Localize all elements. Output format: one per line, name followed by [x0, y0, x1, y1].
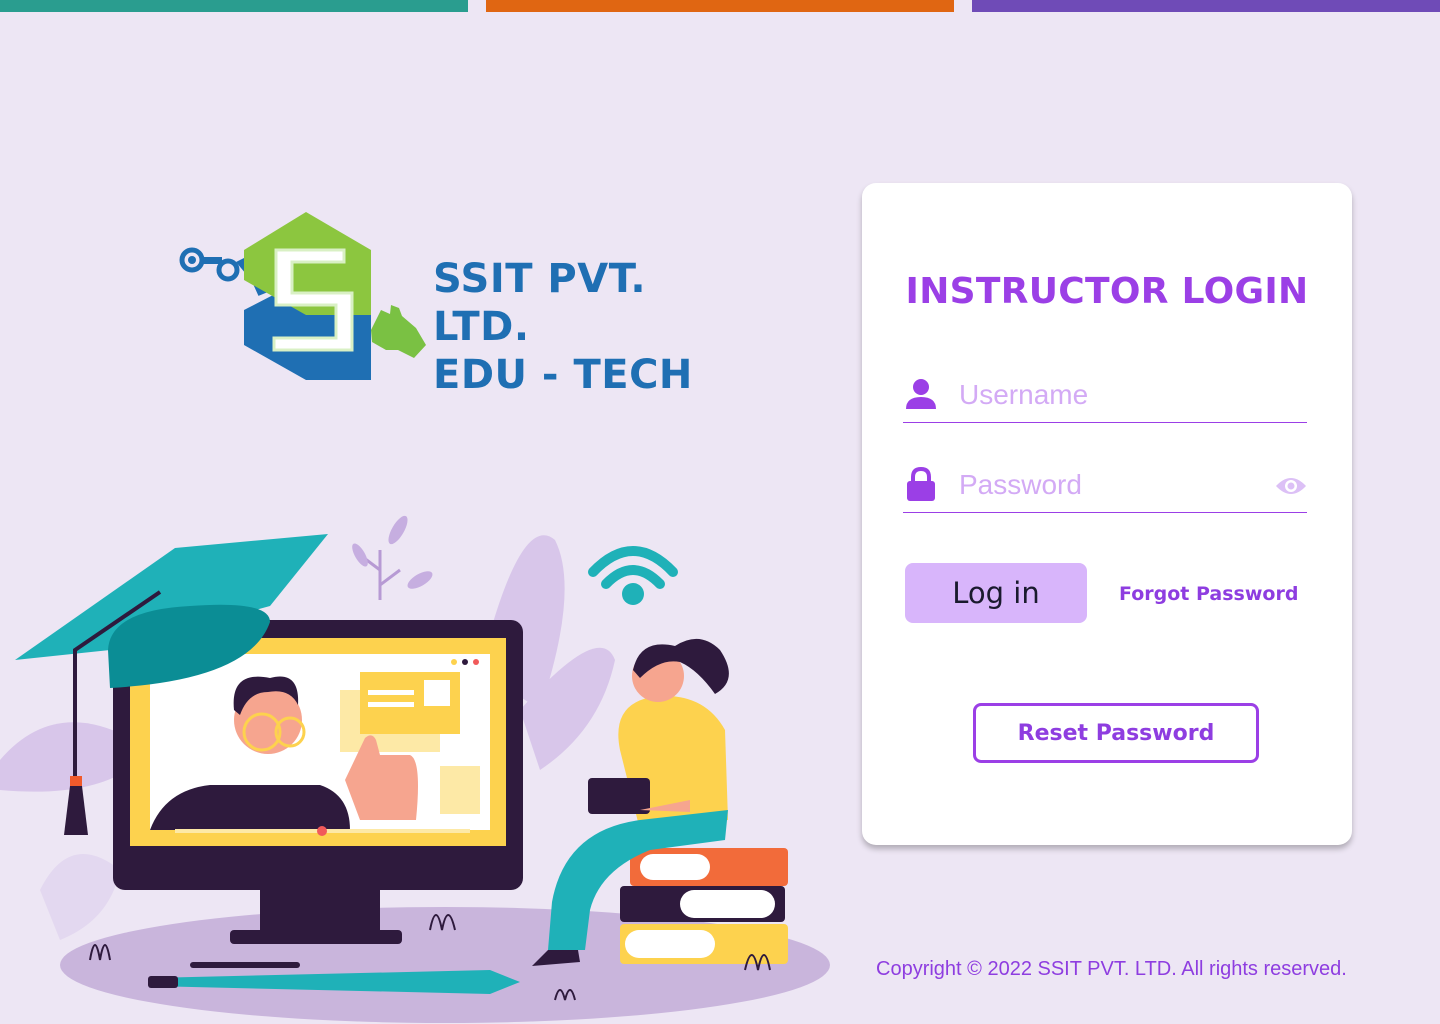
- top-accent-bar-purple: [972, 0, 1440, 12]
- eye-icon[interactable]: [1275, 474, 1307, 498]
- password-field[interactable]: [903, 459, 1307, 513]
- username-field[interactable]: [903, 369, 1307, 423]
- logo-line-1: SSIT PVT. LTD.: [433, 256, 647, 350]
- password-input[interactable]: [959, 467, 1259, 503]
- login-title: INSTRUCTOR LOGIN: [905, 271, 1309, 312]
- login-button[interactable]: Log in: [905, 563, 1087, 623]
- ssit-logo-mark-icon: [179, 212, 426, 380]
- logo-line-2: EDU - TECH: [433, 352, 693, 398]
- copyright-text: Copyright © 2022 SSIT PVT. LTD. All righ…: [876, 958, 1347, 980]
- logo-wordmark: SSIT PVT. LTD. EDU - TECH: [433, 255, 736, 399]
- reset-password-button[interactable]: Reset Password: [973, 703, 1259, 763]
- e-learning-illustration: [0, 515, 830, 1023]
- top-accent-bar-orange: [486, 0, 954, 12]
- lock-icon: [907, 467, 935, 501]
- username-input[interactable]: [959, 377, 1259, 413]
- brand-logo: SSIT PVT. LTD. EDU - TECH: [176, 210, 736, 398]
- user-icon: [906, 379, 936, 409]
- login-card: INSTRUCTOR LOGIN Log in Forgot Password …: [862, 183, 1352, 845]
- top-accent-bar-teal: [0, 0, 468, 12]
- forgot-password-link[interactable]: Forgot Password: [1119, 583, 1298, 605]
